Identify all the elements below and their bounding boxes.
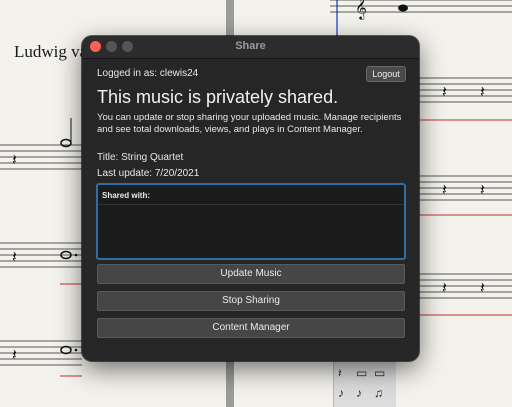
left-notes: 𝄽 𝄽 𝄽 bbox=[12, 118, 78, 364]
sharing-headline: This music is privately shared. bbox=[97, 87, 339, 107]
share-dialog: Share Logged in as: clewis24 Logout This… bbox=[82, 36, 419, 361]
logout-button[interactable]: Logout bbox=[366, 66, 406, 82]
stop-sharing-button[interactable]: Stop Sharing bbox=[97, 291, 405, 311]
svg-text:𝄽: 𝄽 bbox=[480, 84, 485, 101]
svg-text:𝄽: 𝄽 bbox=[442, 182, 447, 199]
content-manager-button[interactable]: Content Manager bbox=[97, 318, 405, 338]
logged-in-label: Logged in as: bbox=[97, 68, 158, 79]
svg-text:𝄽: 𝄽 bbox=[480, 280, 485, 297]
svg-text:𝄽: 𝄽 bbox=[480, 182, 485, 199]
right-rests: 𝄽 𝄽 𝄽 𝄽 𝄽 𝄽 bbox=[442, 84, 485, 297]
note-head bbox=[398, 4, 408, 12]
shared-with-label: Shared with: bbox=[102, 191, 151, 200]
title-bar[interactable]: Share bbox=[82, 36, 419, 59]
username: clewis24 bbox=[159, 68, 199, 79]
svg-text:𝄽: 𝄽 bbox=[12, 347, 17, 364]
last-update: Last update: 7/20/2021 bbox=[97, 168, 200, 179]
list-divider bbox=[98, 204, 404, 205]
palette-icon[interactable]: ▭ bbox=[356, 366, 367, 380]
score-title: Title: String Quartet bbox=[97, 152, 184, 163]
staff-right-1 bbox=[419, 77, 512, 103]
treble-clef-icon: 𝄞 bbox=[355, 0, 367, 20]
palette-icon[interactable]: ♪ bbox=[338, 386, 344, 400]
palette-icon[interactable]: ♫ bbox=[374, 386, 383, 400]
svg-text:𝄽: 𝄽 bbox=[442, 280, 447, 297]
window-title: Share bbox=[235, 40, 266, 52]
palette-icon[interactable]: ♪ bbox=[356, 386, 362, 400]
svg-text:𝄽: 𝄽 bbox=[12, 152, 17, 169]
update-music-button[interactable]: Update Music bbox=[97, 264, 405, 284]
sharing-description: You can update or stop sharing your uplo… bbox=[97, 112, 402, 135]
palette-icon[interactable]: 𝄽 bbox=[338, 366, 342, 381]
palette-icon[interactable]: ▭ bbox=[374, 366, 385, 380]
note-palette[interactable]: 𝄽 ▭ ▭ ♪ ♪ ♫ bbox=[333, 360, 396, 407]
shared-with-list[interactable]: Shared with: bbox=[96, 183, 406, 260]
svg-text:𝄽: 𝄽 bbox=[12, 249, 17, 266]
staff-right-2 bbox=[419, 175, 512, 201]
composer-name: Ludwig va bbox=[14, 42, 88, 61]
svg-text:𝄽: 𝄽 bbox=[442, 84, 447, 101]
staff-right-3 bbox=[419, 273, 512, 299]
logged-in-row: Logged in as: clewis24 bbox=[97, 68, 198, 79]
